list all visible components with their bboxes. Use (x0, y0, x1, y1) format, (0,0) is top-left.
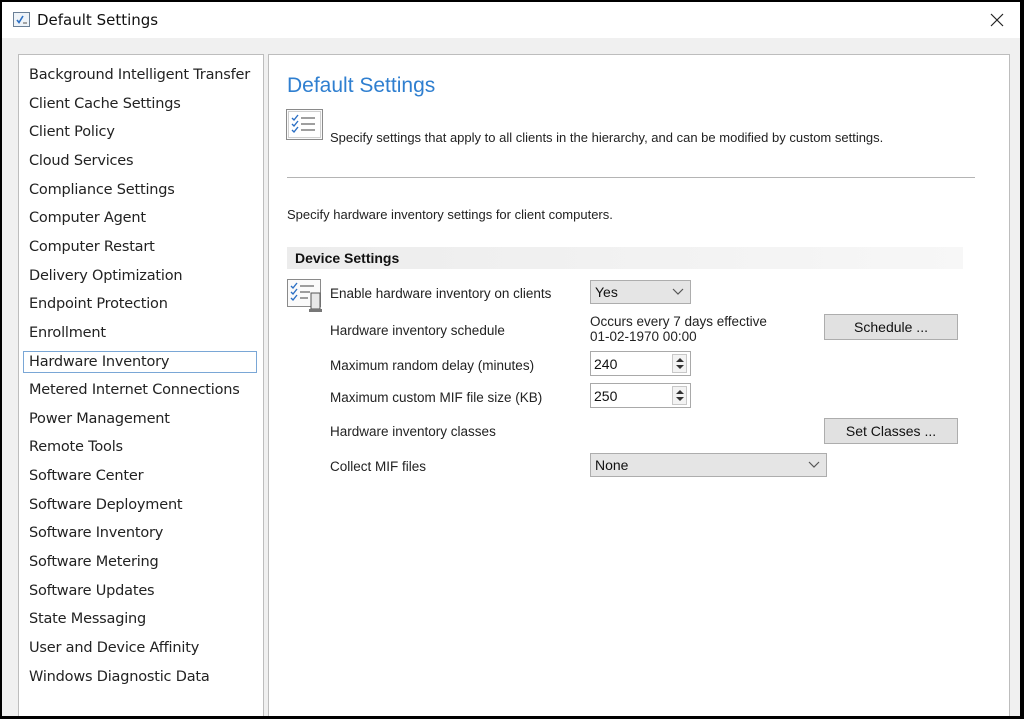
max-mif-size-stepper[interactable] (590, 383, 691, 408)
sidebar-item-endpoint-protection[interactable]: Endpoint Protection (23, 293, 257, 315)
sidebar-item-cloud-services[interactable]: Cloud Services (23, 150, 257, 172)
sidebar-item-computer-agent[interactable]: Computer Agent (23, 207, 257, 229)
dropdown-value: None (595, 457, 629, 473)
settings-category-list[interactable]: Background Intelligent Transfer Client Ca… (18, 54, 264, 716)
schedule-summary-line1: Occurs every 7 days effective (590, 314, 767, 329)
set-classes-button[interactable]: Set Classes ... (824, 418, 958, 444)
max-mif-size-input[interactable] (591, 384, 668, 407)
schedule-summary-line2: 01-02-1970 00:00 (590, 329, 697, 344)
down-arrow-icon (676, 365, 684, 369)
hw-inventory-schedule-label: Hardware inventory schedule (330, 323, 505, 338)
hardware-inventory-icon (287, 279, 325, 318)
default-settings-window: Default Settings Background Intelligent … (2, 2, 1020, 716)
hw-inventory-classes-label: Hardware inventory classes (330, 424, 496, 439)
up-arrow-icon (676, 358, 684, 362)
header-separator (287, 177, 975, 178)
page-title: Default Settings (287, 74, 436, 97)
chevron-down-icon (808, 461, 820, 468)
close-icon (990, 13, 1004, 27)
up-arrow-icon (676, 390, 684, 394)
page-description: Specify settings that apply to all clien… (330, 130, 884, 145)
sidebar-item-state-messaging[interactable]: State Messaging (23, 608, 257, 630)
title-bar: Default Settings (2, 2, 1020, 38)
close-button[interactable] (974, 2, 1020, 38)
group-title: Device Settings (295, 250, 400, 266)
sidebar-item-computer-restart[interactable]: Computer Restart (23, 236, 257, 258)
sidebar-item-client-cache-settings[interactable]: Client Cache Settings (23, 93, 257, 115)
stepper-arrows[interactable] (672, 386, 687, 405)
sidebar-item-software-deployment[interactable]: Software Deployment (23, 494, 257, 516)
sidebar-item-hardware-inventory[interactable]: Hardware Inventory (23, 350, 257, 373)
enable-hw-inventory-label: Enable hardware inventory on clients (330, 286, 552, 301)
max-mif-size-label: Maximum custom MIF file size (KB) (330, 390, 543, 405)
down-arrow-icon (676, 397, 684, 401)
sidebar-item-background-intelligent-transfer[interactable]: Background Intelligent Transfer (23, 64, 257, 86)
settings-checklist-icon (13, 12, 30, 27)
sidebar-item-software-center[interactable]: Software Center (23, 465, 257, 487)
sidebar-item-compliance-settings[interactable]: Compliance Settings (23, 179, 257, 201)
sidebar-item-software-metering[interactable]: Software Metering (23, 551, 257, 573)
sidebar-item-delivery-optimization[interactable]: Delivery Optimization (23, 265, 257, 287)
max-random-delay-input[interactable] (591, 352, 668, 375)
sidebar-item-metered-internet-connections[interactable]: Metered Internet Connections (23, 379, 257, 401)
window-title: Default Settings (37, 11, 159, 29)
settings-panel: Default Settings Specify settings that a… (268, 54, 1010, 716)
stepper-arrows[interactable] (672, 354, 687, 373)
sidebar-item-power-management[interactable]: Power Management (23, 408, 257, 430)
sidebar-item-remote-tools[interactable]: Remote Tools (23, 436, 257, 458)
sidebar-item-enrollment[interactable]: Enrollment (23, 322, 257, 344)
enable-hw-inventory-dropdown[interactable]: Yes (590, 280, 691, 304)
collect-mif-label: Collect MIF files (330, 459, 427, 474)
chevron-down-icon (672, 288, 684, 295)
sidebar-item-software-inventory[interactable]: Software Inventory (23, 522, 257, 544)
sidebar-item-user-and-device-affinity[interactable]: User and Device Affinity (23, 637, 257, 659)
section-description: Specify hardware inventory settings for … (287, 207, 613, 222)
dropdown-value: Yes (595, 284, 618, 300)
device-settings-header: Device Settings (287, 247, 963, 269)
checklist-icon (286, 109, 324, 146)
schedule-button[interactable]: Schedule ... (824, 314, 958, 340)
sidebar-item-software-updates[interactable]: Software Updates (23, 580, 257, 602)
max-random-delay-label: Maximum random delay (minutes) (330, 358, 535, 373)
collect-mif-dropdown[interactable]: None (590, 453, 827, 477)
sidebar-item-client-policy[interactable]: Client Policy (23, 121, 257, 143)
schedule-summary: Occurs every 7 days effective 01-02-1970… (590, 314, 767, 344)
max-random-delay-stepper[interactable] (590, 351, 691, 376)
sidebar-item-windows-diagnostic-data[interactable]: Windows Diagnostic Data (23, 666, 257, 688)
